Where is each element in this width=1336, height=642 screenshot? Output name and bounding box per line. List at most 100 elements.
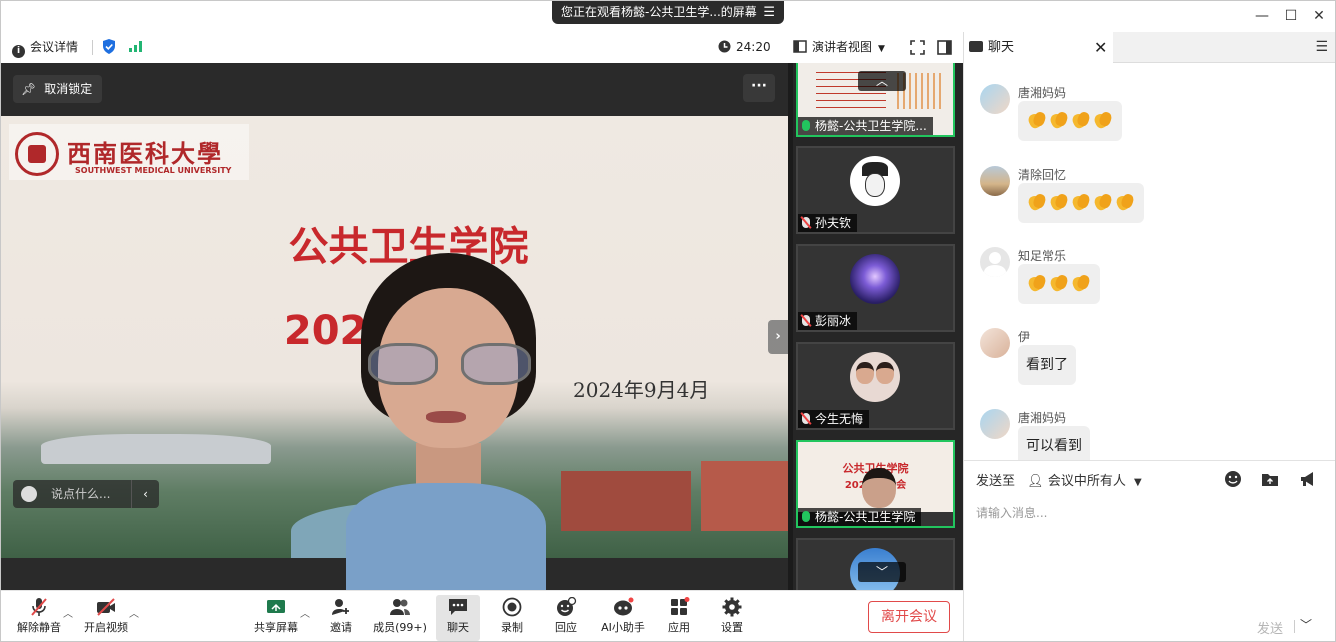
mic-muted-icon (31, 598, 47, 616)
chat-header: 聊天 ✕ ☰ (964, 32, 1335, 63)
network-signal-icon[interactable] (129, 40, 143, 52)
message-sender: 唐湘妈妈 (1018, 86, 1067, 100)
scroll-down-button[interactable]: ﹀ (858, 562, 906, 582)
video-options-chevron-icon[interactable]: ︿ (129, 605, 139, 620)
message-sender: 唐湘妈妈 (1018, 411, 1067, 425)
presenter-glasses (461, 343, 531, 385)
chat-button[interactable]: 聊天 (436, 595, 480, 641)
unmute-button[interactable]: 解除静音 (15, 595, 63, 641)
expand-sidebar-button[interactable]: › (768, 320, 788, 354)
participant-tile[interactable]: 公共卫生学院 2024级 长会 杨懿-公共卫生学院 (796, 440, 955, 528)
participant-name: 今生无悔 (815, 412, 864, 426)
slide-campus-stadium (41, 434, 271, 464)
apps-button[interactable]: 应用 (664, 595, 694, 641)
mic-muted-icon (802, 413, 810, 424)
folder-upload-icon[interactable] (1261, 470, 1279, 488)
sidebar-toggle-icon[interactable] (937, 40, 952, 55)
tab-chat[interactable]: 聊天 ✕ (964, 32, 1113, 63)
message-bubble (1018, 183, 1144, 223)
share-screen-button[interactable]: 共享屏幕 (252, 595, 300, 641)
ai-assistant-icon (614, 597, 634, 616)
participant-name: 杨懿-公共卫生学院... (815, 119, 927, 133)
mic-on-icon (802, 511, 810, 522)
clap-emoji-icon (1027, 111, 1047, 129)
chat-label: 聊天 (447, 621, 469, 634)
screen-share-banner[interactable]: 您正在观看杨懿-公共卫生学...的屏幕 ☰ (552, 1, 784, 24)
emoji-icon[interactable] (21, 486, 37, 502)
minimize-button[interactable]: — (1251, 5, 1273, 27)
panel-splitter[interactable] (788, 63, 793, 590)
participant-name-tag: 今生无悔 (798, 410, 870, 428)
collapse-chevron-icon[interactable]: ‹ (131, 480, 159, 508)
apps-label: 应用 (668, 621, 690, 634)
clap-emoji-icon (1027, 274, 1047, 292)
fullscreen-icon[interactable] (910, 40, 925, 55)
divider (92, 40, 93, 55)
quick-chat-bar[interactable]: 说点什么... ‹ (13, 480, 159, 508)
participant-name-tag: 杨懿-公共卫生学院 (798, 508, 922, 526)
message-input[interactable]: 请输入消息... (976, 504, 1047, 521)
presenter-shirt (346, 483, 546, 590)
audio-options-chevron-icon[interactable]: ︿ (63, 605, 73, 620)
participant-tile[interactable]: ﹀ (796, 538, 955, 590)
university-name-cn: 西南医科大學 (67, 139, 223, 168)
invite-button[interactable]: 邀请 (323, 595, 359, 641)
start-video-button[interactable]: 开启视频 (81, 595, 131, 641)
layout-icon (793, 40, 807, 53)
clap-emoji-icon (1049, 274, 1069, 292)
megaphone-icon[interactable] (1299, 470, 1317, 488)
scroll-up-button[interactable]: ︿ (858, 71, 906, 91)
send-to-label: 发送至 (976, 474, 1016, 489)
participant-tile[interactable]: ︿ 杨懿-公共卫生学院... (796, 63, 955, 137)
participant-name: 彭丽冰 (815, 314, 852, 328)
view-mode-dropdown[interactable]: 演讲者视图 ▼ (793, 32, 885, 63)
university-logo: 西南医科大學 SOUTHWEST MEDICAL UNIVERSITY (9, 124, 249, 180)
clap-emoji-icon (1115, 193, 1135, 211)
apps-grid-icon (671, 597, 690, 615)
settings-button[interactable]: 设置 (717, 595, 747, 641)
chat-icon (969, 41, 983, 52)
ai-assistant-button[interactable]: AI小助手 (599, 595, 647, 641)
menu-icon[interactable]: ☰ (763, 1, 775, 24)
avatar-face (876, 362, 894, 384)
message-bubble: 看到了 (1018, 345, 1076, 385)
send-to-selector[interactable]: 发送至 👤︎ 会议中所有人 ▼ (976, 470, 1142, 489)
send-button[interactable]: 发送 (1257, 618, 1283, 637)
slide-date: 2024年9月4月 (573, 378, 710, 402)
participant-tile[interactable]: 今生无悔 (796, 342, 955, 430)
share-options-chevron-icon[interactable]: ︿ (300, 605, 310, 620)
chat-divider (964, 460, 1335, 461)
participant-tile[interactable]: 孙夫钦 (796, 146, 955, 234)
unpin-button[interactable]: 📌︎ 取消锁定 (13, 75, 103, 103)
clock-icon (718, 40, 731, 53)
send-options-chevron-icon[interactable]: ﹀ (1300, 616, 1312, 633)
more-options-button[interactable]: ··· (743, 74, 775, 102)
reactions-label: 回应 (555, 621, 577, 634)
close-window-button[interactable]: ✕ (1308, 5, 1330, 27)
chat-message-list[interactable]: 唐湘妈妈 清除回忆 知足常乐 伊 看到了 唐湘妈妈 可以看到 (964, 63, 1335, 460)
emoji-icon[interactable] (1224, 470, 1242, 488)
message-bubble (1018, 264, 1100, 304)
share-screen-icon (267, 600, 285, 613)
reactions-button[interactable]: 回应 (550, 595, 582, 641)
divider (1294, 620, 1295, 633)
menu-icon[interactable]: ☰ (1315, 32, 1328, 63)
start-video-label: 开启视频 (84, 621, 128, 634)
close-chat-icon[interactable]: ✕ (1094, 32, 1107, 63)
maximize-button[interactable]: ☐ (1280, 5, 1302, 27)
avatar-face (856, 362, 874, 384)
leave-meeting-button[interactable]: 离开会议 (868, 601, 950, 633)
participant-tile[interactable]: 彭丽冰 (796, 244, 955, 332)
participant-thumbnails: ︿ 杨懿-公共卫生学院... 孙夫钦 彭丽冰 今生无悔 公共卫生学院 202 (788, 63, 963, 590)
default-avatar-body (984, 265, 1006, 277)
camera-off-icon (97, 598, 115, 616)
slide-campus-building (701, 461, 788, 531)
clap-emoji-icon (1049, 111, 1069, 129)
members-button[interactable]: 成员(99+) (372, 595, 428, 641)
tile-slide-preview: 公共卫生学院 2024级 长会 (798, 442, 953, 512)
record-button[interactable]: 录制 (496, 595, 528, 641)
meeting-details-button[interactable]: i 会议详情 (12, 32, 78, 63)
security-shield-icon[interactable] (102, 39, 116, 54)
message-bubble (1018, 101, 1122, 141)
pin-icon: 📌︎ (21, 82, 37, 96)
